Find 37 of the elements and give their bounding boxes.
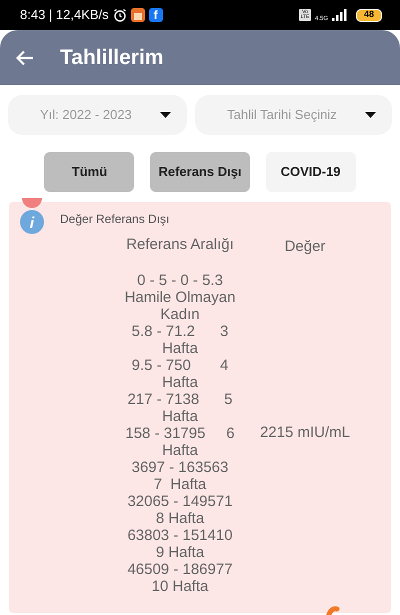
reference-range-line: Hamile Olmayan [124, 288, 236, 306]
filter-tab[interactable]: Tümü [44, 152, 134, 192]
reference-range-line: 32065 - 149571 [127, 492, 233, 510]
reference-range-line: 5.8 - 71.2 3 [132, 322, 228, 340]
reference-range-line: 8 Hafta [156, 510, 204, 526]
reference-range-line: 46509 - 186977 [127, 560, 233, 578]
column-header: Değer [284, 237, 326, 257]
reference-range-line: 10 Hafta [152, 578, 208, 594]
caret-icon [365, 112, 376, 118]
status-text: Değer Referans Dışı [60, 211, 170, 228]
result-value: 2215 mIU/mL [258, 422, 352, 443]
reference-range-line: Kadın [160, 306, 200, 322]
reference-range-line: 63803 - 151410 [127, 526, 233, 544]
reference-range-line: 7 Hafta [154, 476, 206, 492]
signal-icon [332, 9, 348, 21]
reference-range-line: Hafta [162, 408, 198, 424]
app-icon: f [148, 8, 163, 22]
filter-tab[interactable]: Referans Dışı [150, 152, 250, 192]
reference-range-line: 158 - 31795 6 [125, 424, 235, 442]
info-icon [20, 210, 44, 234]
status-time: 8:43 | 12,4KB/s [20, 6, 109, 24]
reference-range-line: 9.5 - 750 4 [132, 356, 228, 374]
reference-range-line: Hafta [162, 340, 198, 356]
battery-icon: 48 [356, 8, 382, 22]
reference-range-line: 3697 - 163563 [132, 458, 228, 476]
caret-icon [160, 112, 172, 118]
filter-tab[interactable]: COVID-19 [266, 152, 356, 192]
reference-range-line: Hafta [162, 374, 198, 390]
reference-range-line: Hafta [162, 442, 198, 458]
screen-title: Tahlillerim [60, 44, 164, 71]
back-icon[interactable] [16, 50, 34, 66]
reference-range-line: 9 Hafta [156, 544, 204, 560]
column-header: Referans Aralığı [125, 236, 235, 255]
reference-range-line: 217 - 7138 5 [127, 390, 233, 408]
reference-range-line: 0 - 5 - 0 - 5.3 [137, 272, 223, 288]
alarm-icon [112, 8, 127, 22]
app-icon [130, 8, 145, 22]
